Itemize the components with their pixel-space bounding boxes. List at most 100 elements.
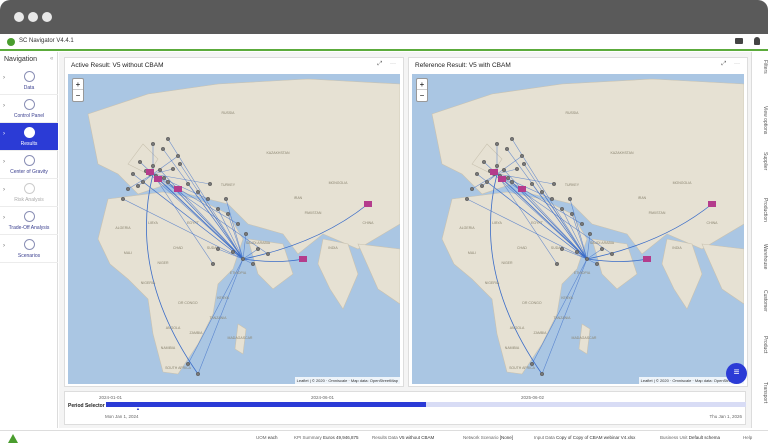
location-node[interactable] bbox=[225, 211, 230, 216]
active-result-map[interactable]: RUSSIA KAZAKHSTAN MONGOLIA CHINA INDIA IRAN SA… bbox=[68, 74, 400, 384]
location-node[interactable] bbox=[574, 249, 579, 254]
location-node[interactable] bbox=[504, 146, 509, 151]
camera-icon[interactable] bbox=[735, 38, 743, 44]
window-maximize-dot[interactable] bbox=[42, 12, 52, 22]
factory-icon[interactable] bbox=[299, 256, 307, 262]
location-node[interactable] bbox=[255, 246, 260, 251]
panel-tools-icon[interactable]: ⤢ ⋯ bbox=[722, 61, 743, 68]
location-node[interactable] bbox=[250, 261, 255, 266]
location-node[interactable] bbox=[479, 183, 484, 188]
location-node[interactable] bbox=[539, 189, 544, 194]
rail-tab-supplier[interactable]: Supplier bbox=[752, 152, 768, 170]
map-canvas[interactable]: RUSSIA KAZAKHSTAN MONGOLIA CHINA INDIA IRAN SA… bbox=[68, 74, 400, 384]
location-node[interactable] bbox=[210, 261, 215, 266]
location-node[interactable] bbox=[599, 246, 604, 251]
location-node[interactable] bbox=[150, 163, 155, 168]
status-results-data[interactable]: Results Data V5 without CBAM bbox=[372, 435, 434, 440]
status-business-unit[interactable]: Business Unit Default schema bbox=[660, 435, 720, 440]
map-canvas[interactable]: RUSSIA KAZAKHSTAN MONGOLIA CHINA INDIA IRAN SA… bbox=[412, 74, 744, 384]
location-node[interactable] bbox=[481, 159, 486, 164]
sidebar-item-results[interactable]: › Results bbox=[0, 123, 58, 151]
status-kpi[interactable]: KPI Summary Euros 49,946,875 bbox=[294, 435, 359, 440]
factory-icon[interactable] bbox=[498, 176, 506, 182]
expand-arrow-icon[interactable]: › bbox=[3, 215, 5, 221]
factory-icon[interactable] bbox=[174, 186, 182, 192]
location-node[interactable] bbox=[475, 171, 480, 176]
rail-tab-filters[interactable]: Filters bbox=[752, 60, 768, 74]
location-node[interactable] bbox=[509, 137, 514, 142]
status-network-scenario[interactable]: Network Scenario [None] bbox=[463, 435, 513, 440]
reference-result-map[interactable]: RUSSIA KAZAKHSTAN MONGOLIA CHINA INDIA IRAN SA… bbox=[412, 74, 744, 384]
location-node[interactable] bbox=[157, 167, 162, 172]
zoom-in-button[interactable]: + bbox=[417, 79, 427, 90]
expand-arrow-icon[interactable]: › bbox=[3, 131, 5, 137]
period-selected-range[interactable] bbox=[106, 402, 426, 407]
expand-arrow-icon[interactable]: › bbox=[3, 243, 5, 249]
location-node[interactable] bbox=[215, 206, 220, 211]
location-node[interactable] bbox=[559, 246, 564, 251]
factory-icon[interactable] bbox=[146, 169, 154, 175]
sidebar-item-center-of-gravity[interactable]: › Center of Gravity bbox=[0, 151, 58, 179]
sidebar-item-trade-off-analysis[interactable]: › Trade-Off Analysis bbox=[0, 207, 58, 235]
location-node[interactable] bbox=[161, 175, 166, 180]
factory-icon[interactable] bbox=[708, 201, 716, 207]
location-node[interactable] bbox=[609, 251, 614, 256]
location-node[interactable] bbox=[501, 167, 506, 172]
location-node[interactable] bbox=[584, 256, 589, 261]
location-node[interactable] bbox=[465, 196, 470, 201]
location-node[interactable] bbox=[165, 137, 170, 142]
location-node[interactable] bbox=[529, 362, 534, 367]
factory-icon[interactable] bbox=[490, 169, 498, 175]
period-track[interactable] bbox=[106, 402, 746, 407]
location-node[interactable] bbox=[207, 181, 212, 186]
rail-tab-production[interactable]: Production bbox=[752, 198, 768, 222]
location-node[interactable] bbox=[121, 196, 126, 201]
collapse-nav-icon[interactable]: « bbox=[50, 56, 53, 62]
factory-icon[interactable] bbox=[643, 256, 651, 262]
sidebar-item-scenarios[interactable]: › Scenarios bbox=[0, 235, 58, 263]
location-node[interactable] bbox=[567, 196, 572, 201]
location-node[interactable] bbox=[240, 256, 245, 261]
location-node[interactable] bbox=[470, 186, 475, 191]
factory-icon[interactable] bbox=[518, 186, 526, 192]
location-node[interactable] bbox=[175, 153, 180, 158]
window-close-dot[interactable] bbox=[14, 12, 24, 22]
location-node[interactable] bbox=[195, 372, 200, 377]
location-node[interactable] bbox=[514, 166, 519, 171]
location-node[interactable] bbox=[529, 181, 534, 186]
location-node[interactable] bbox=[126, 186, 131, 191]
location-node[interactable] bbox=[170, 166, 175, 171]
rail-tab-product[interactable]: Product bbox=[752, 336, 768, 353]
period-handle-icon[interactable]: ▲ bbox=[136, 406, 140, 411]
location-node[interactable] bbox=[505, 175, 510, 180]
location-node[interactable] bbox=[494, 141, 499, 146]
sidebar-item-control-panel[interactable]: › Control Panel bbox=[0, 95, 58, 123]
location-node[interactable] bbox=[137, 159, 142, 164]
location-node[interactable] bbox=[140, 179, 145, 184]
location-node[interactable] bbox=[185, 362, 190, 367]
sidebar-item-risk-analysis[interactable]: › Risk Analysis bbox=[0, 179, 58, 207]
location-node[interactable] bbox=[554, 261, 559, 266]
location-node[interactable] bbox=[539, 372, 544, 377]
notifications-icon[interactable] bbox=[754, 37, 760, 45]
location-node[interactable] bbox=[131, 171, 136, 176]
window-minimize-dot[interactable] bbox=[28, 12, 38, 22]
location-node[interactable] bbox=[230, 249, 235, 254]
rail-tab-customer[interactable]: Customer bbox=[752, 290, 768, 312]
location-node[interactable] bbox=[185, 181, 190, 186]
status-uom[interactable]: UOM each bbox=[256, 435, 278, 440]
zoom-in-button[interactable]: + bbox=[73, 79, 83, 90]
location-node[interactable] bbox=[160, 146, 165, 151]
location-node[interactable] bbox=[165, 179, 170, 184]
location-node[interactable] bbox=[549, 196, 554, 201]
location-node[interactable] bbox=[223, 196, 228, 201]
zoom-out-button[interactable]: − bbox=[417, 90, 427, 101]
location-node[interactable] bbox=[521, 161, 526, 166]
location-node[interactable] bbox=[215, 246, 220, 251]
rail-tab-view-options[interactable]: View options bbox=[752, 106, 768, 134]
location-node[interactable] bbox=[551, 181, 556, 186]
location-node[interactable] bbox=[509, 179, 514, 184]
status-input-data[interactable]: Input Data Copy of Copy of CBAM webinar … bbox=[534, 435, 635, 440]
sidebar-item-data[interactable]: › Data bbox=[0, 67, 58, 95]
location-node[interactable] bbox=[594, 261, 599, 266]
